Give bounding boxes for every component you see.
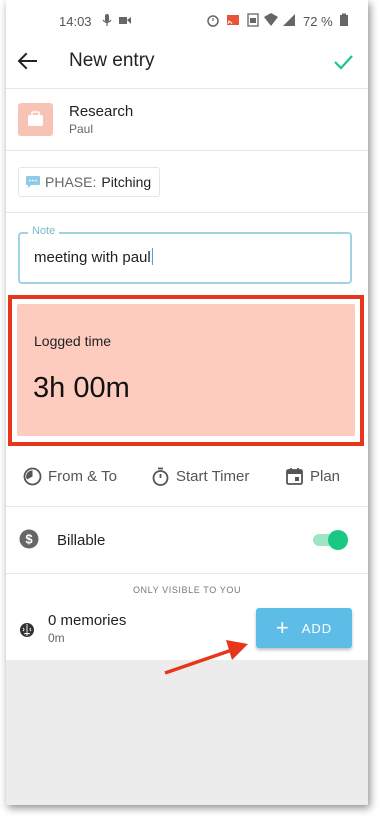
wifi-icon xyxy=(264,13,278,26)
divider xyxy=(6,88,368,89)
memories-duration: 0m xyxy=(48,631,65,645)
battery-icon xyxy=(340,13,348,26)
battery-percent: 72 % xyxy=(303,14,333,29)
stopwatch-icon xyxy=(152,467,169,486)
status-time: 14:03 xyxy=(59,14,92,29)
divider xyxy=(6,573,368,574)
page-title: New entry xyxy=(69,50,155,71)
text-caret xyxy=(151,248,153,265)
dollar-icon: $ xyxy=(19,529,39,549)
note-label: Note xyxy=(28,225,60,237)
plan-label: Plan xyxy=(310,467,341,485)
memories-title: 0 memories xyxy=(48,612,127,629)
confirm-check-icon[interactable] xyxy=(332,51,354,73)
svg-text:$: $ xyxy=(25,532,33,547)
start-timer-button[interactable]: Start Timer xyxy=(151,463,249,489)
alarm-icon xyxy=(207,15,219,27)
pie-clock-icon xyxy=(23,467,42,485)
note-input[interactable]: meeting with paul xyxy=(34,248,153,266)
toggle-thumb xyxy=(328,530,348,550)
phase-label: PHASE: xyxy=(45,174,97,190)
visibility-note: ONLY VISIBLE TO YOU xyxy=(132,585,242,595)
empty-bottom-area xyxy=(6,660,368,805)
cast-icon xyxy=(227,15,239,25)
app-bar: New entry xyxy=(6,40,368,90)
phase-value: Pitching xyxy=(101,174,152,190)
divider xyxy=(6,506,368,507)
project-color-tile[interactable] xyxy=(18,103,53,136)
note-text: meeting with paul xyxy=(34,249,151,266)
phase-chip[interactable]: PHASE: Pitching xyxy=(18,167,161,197)
divider xyxy=(6,212,368,213)
plus-icon: + xyxy=(275,615,290,640)
mic-icon xyxy=(102,14,112,26)
phone-screen: 14:03 72 % New entry Research Paul PHASE… xyxy=(6,0,368,805)
calendar-icon xyxy=(286,467,303,485)
billable-toggle[interactable] xyxy=(313,530,348,550)
divider xyxy=(6,150,368,151)
signal-icon xyxy=(283,14,295,26)
annotation-highlight-box xyxy=(8,295,364,446)
plan-button[interactable]: Plan xyxy=(285,463,340,489)
chat-bubble-icon xyxy=(26,176,40,188)
start-timer-label: Start Timer xyxy=(176,467,250,485)
add-button-label: ADD xyxy=(301,620,333,636)
add-memory-button[interactable]: + ADD xyxy=(256,608,352,648)
briefcase-icon xyxy=(28,111,43,126)
project-name[interactable]: Research xyxy=(69,103,133,120)
video-icon xyxy=(119,17,131,24)
sim-icon xyxy=(247,13,259,27)
status-bar: 14:03 72 % xyxy=(6,8,368,36)
billable-label: Billable xyxy=(57,532,106,549)
from-to-label: From & To xyxy=(48,467,117,485)
back-arrow-icon[interactable] xyxy=(16,50,38,72)
brain-icon xyxy=(20,623,34,637)
project-client: Paul xyxy=(69,122,94,136)
from-to-button[interactable]: From & To xyxy=(23,463,117,489)
